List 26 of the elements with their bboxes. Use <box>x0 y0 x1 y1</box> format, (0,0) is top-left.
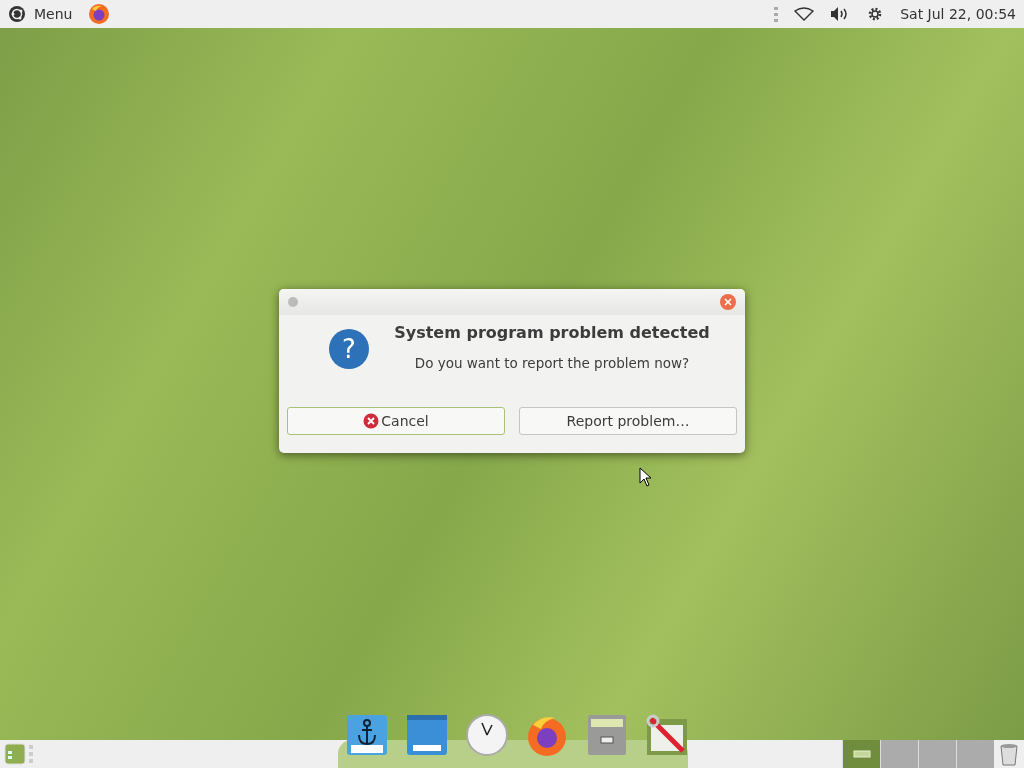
mouse-pointer-icon <box>639 467 651 487</box>
cancel-button[interactable]: Cancel <box>287 407 505 436</box>
close-icon[interactable] <box>719 293 737 311</box>
report-button[interactable]: Report problem… <box>519 407 737 436</box>
clock-icon[interactable] <box>465 713 509 757</box>
file-cabinet-icon[interactable] <box>585 713 629 757</box>
show-desktop-icon[interactable] <box>4 742 34 766</box>
workspace-tile[interactable] <box>956 740 994 768</box>
wifi-icon[interactable] <box>794 7 815 21</box>
dialog-title: System program problem detected <box>393 322 711 344</box>
logo-icon[interactable] <box>8 5 26 23</box>
question-icon: ? <box>329 329 369 369</box>
workspace-tile[interactable] <box>880 740 918 768</box>
window-thumbnail-icon <box>852 750 871 758</box>
cancel-icon <box>363 413 380 430</box>
window-icon[interactable] <box>405 713 449 757</box>
browser-icon[interactable] <box>88 3 111 25</box>
clock-text[interactable]: Sat Jul 22, 00:54 <box>900 3 1016 25</box>
dialog-message: Do you want to report the problem now? <box>413 354 691 373</box>
anchor-icon[interactable] <box>345 713 389 757</box>
menu-button[interactable]: Menu <box>34 3 73 25</box>
workspace-tile[interactable] <box>842 740 880 768</box>
trash-icon[interactable] <box>998 741 1020 767</box>
workspace-tile[interactable] <box>918 740 956 768</box>
handle-icon[interactable] <box>774 6 779 22</box>
wrench-window-icon[interactable] <box>645 713 689 757</box>
